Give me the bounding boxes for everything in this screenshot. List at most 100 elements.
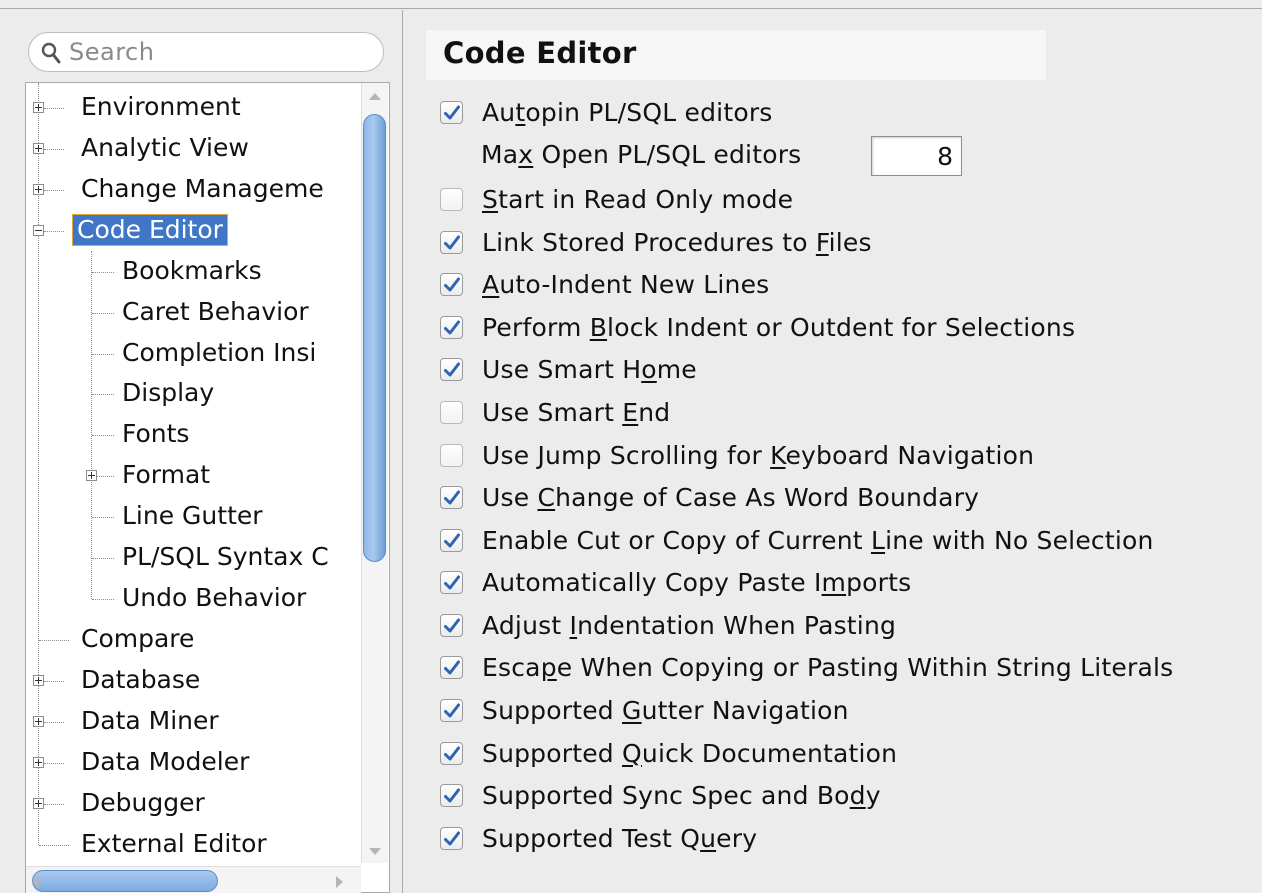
scroll-down-arrow-icon[interactable] [369,848,381,855]
checkbox-checked[interactable] [440,357,463,381]
tree-item-environment[interactable]: Environment [26,89,366,127]
checkbox-checked[interactable] [440,783,463,807]
checkbox-checked[interactable] [440,698,463,722]
tree-item-bookmarks[interactable]: Bookmarks [26,253,366,291]
option-escape-literals[interactable]: Escape When Copying or Pasting Within St… [440,652,1173,682]
tree-item-label: PL/SQL Syntax C [122,542,329,571]
option-block-indent[interactable]: Perform Block Indent or Outdent for Sele… [440,312,1075,342]
option-label: Link Stored Procedures to Files [482,227,872,257]
checkbox-unchecked[interactable] [440,443,463,467]
collapse-icon[interactable] [33,225,44,236]
checkbox-unchecked[interactable] [440,400,463,424]
tree-item-label: Data Miner [81,706,219,735]
tree-item-external-editor[interactable]: External Editor [26,826,366,864]
option-jump-scrolling[interactable]: Use Jump Scrolling for Keyboard Navigati… [440,440,1034,470]
tree-item-label: Analytic View [81,133,249,162]
option-label: Supported Sync Spec and Body [482,780,881,810]
option-adjust-indent[interactable]: Adjust Indentation When Pasting [440,610,896,640]
option-test-query[interactable]: Supported Test Query [440,823,757,853]
option-label: Automatically Copy Paste Imports [482,567,912,597]
tree-item-format[interactable]: Format [26,457,366,495]
tree-item-change-management[interactable]: Change Manageme [26,171,366,209]
page-title: Code Editor [443,36,637,70]
tree-item-display[interactable]: Display [26,375,366,413]
checkbox-checked[interactable] [440,315,463,339]
option-gutter-nav[interactable]: Supported Gutter Navigation [440,695,849,725]
expand-icon[interactable] [33,757,44,768]
option-quick-doc[interactable]: Supported Quick Documentation [440,738,897,768]
checkbox-checked[interactable] [440,655,463,679]
tree-vertical-scroll-thumb[interactable] [363,114,386,562]
tree-item-label: Environment [81,92,241,121]
search-box[interactable] [28,32,384,72]
option-change-case[interactable]: Use Change of Case As Word Boundary [440,482,979,512]
tree-item-line-gutter[interactable]: Line Gutter [26,498,366,536]
tree-item-data-modeler[interactable]: Data Modeler [26,744,366,782]
expand-icon[interactable] [33,143,44,154]
checkbox-unchecked[interactable] [440,187,463,211]
tree-item-compare[interactable]: Compare [26,621,366,659]
tree-item-analytic-view[interactable]: Analytic View [26,130,366,168]
scroll-right-arrow-icon[interactable] [336,876,343,888]
checkbox-checked[interactable] [440,613,463,637]
option-label: Use Change of Case As Word Boundary [482,482,980,512]
tree-item-data-miner[interactable]: Data Miner [26,703,366,741]
checkmark-icon [444,235,460,249]
option-autopin[interactable]: Autopin PL/SQL editors [440,97,773,127]
checkmark-icon [444,703,460,717]
option-copy-paste-imports[interactable]: Automatically Copy Paste Imports [440,567,911,597]
max-open-editors-input[interactable] [871,136,962,176]
checkmark-icon [444,575,460,589]
search-icon [41,42,61,64]
tree-item-database[interactable]: Database [26,662,366,700]
tree-item-code-editor[interactable]: Code Editor [26,212,366,250]
option-smart-end[interactable]: Use Smart End [440,397,670,427]
checkmark-icon [444,660,460,674]
tree-horizontal-scroll-thumb[interactable] [32,870,218,892]
checkbox-checked[interactable] [440,826,463,850]
tree-item-label: Display [122,378,215,407]
tree-item-label: Undo Behavior [122,583,307,612]
search-input[interactable] [69,37,369,67]
checkbox-checked[interactable] [440,741,463,765]
checkbox-checked[interactable] [440,100,463,124]
checkbox-checked[interactable] [440,230,463,254]
tree-item-label: Completion Insi [122,338,317,367]
tree-item-caret-behavior[interactable]: Caret Behavior [26,294,366,332]
tree-item-undo-behavior[interactable]: Undo Behavior [26,580,366,618]
checkbox-checked[interactable] [440,485,463,509]
option-link-stored[interactable]: Link Stored Procedures to Files [440,227,872,257]
checkmark-icon [444,277,460,291]
panel-splitter[interactable] [402,10,403,893]
tree-item-plsql-syntax[interactable]: PL/SQL Syntax C [26,539,366,577]
tree-item-label: Fonts [122,419,190,448]
expand-icon[interactable] [86,470,97,481]
expand-icon[interactable] [33,675,44,686]
tree-item-fonts[interactable]: Fonts [26,416,366,454]
checkbox-checked[interactable] [440,272,463,296]
checkmark-icon [444,788,460,802]
checkmark-icon [444,320,460,334]
option-label: Start in Read Only mode [482,184,794,214]
expand-icon[interactable] [33,102,44,113]
option-auto-indent[interactable]: Auto-Indent New Lines [440,269,769,299]
option-read-only[interactable]: Start in Read Only mode [440,184,793,214]
tree-item-debugger[interactable]: Debugger [26,785,366,823]
checkbox-checked[interactable] [440,570,463,594]
expand-icon[interactable] [33,798,44,809]
preferences-tree[interactable]: Environment Analytic View Change Managem… [25,82,390,893]
option-label: Perform Block Indent or Outdent for Sele… [482,312,1076,342]
option-cut-copy-line[interactable]: Enable Cut or Copy of Current Line with … [440,525,1154,555]
checkmark-icon [444,831,460,845]
tree-item-completion-insight[interactable]: Completion Insi [26,335,366,373]
option-sync-spec[interactable]: Supported Sync Spec and Body [440,780,881,810]
scroll-up-arrow-icon[interactable] [369,93,381,100]
checkmark-icon [444,618,460,632]
option-label: Use Smart End [482,397,671,427]
scroll-left-arrow-icon[interactable] [32,876,39,888]
expand-icon[interactable] [33,716,44,727]
expand-icon[interactable] [33,184,44,195]
checkbox-checked[interactable] [440,528,463,552]
option-smart-home[interactable]: Use Smart Home [440,354,697,384]
checkmark-icon [444,490,460,504]
